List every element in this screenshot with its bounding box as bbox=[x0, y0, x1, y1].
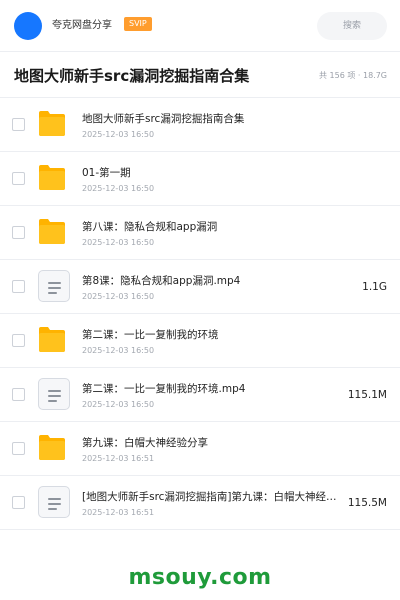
file-name: 地图大师新手src漏洞挖掘指南合集 bbox=[82, 113, 245, 125]
share-title-bar: 地图大师新手src漏洞挖掘指南合集 共 156 项 · 18.7G bbox=[0, 52, 400, 98]
username: 夸克网盘分享 bbox=[52, 20, 112, 31]
file-name: 第二课：一比一复制我的环境.mp4 bbox=[82, 383, 246, 395]
folder-icon bbox=[38, 162, 70, 194]
file-size: 1.1G bbox=[362, 281, 387, 293]
file-name: 第八课：隐私合规和app漏洞 bbox=[82, 221, 218, 233]
file-date: 2025-12-03 16:50 bbox=[82, 238, 155, 247]
file-list: 地图大师新手src漏洞挖掘指南合集 2025-12-03 16:50 01-第一期 2… bbox=[0, 98, 400, 530]
file-date: 2025-12-03 16:51 bbox=[82, 454, 155, 463]
folder-icon bbox=[38, 108, 70, 140]
file-name: 第九课：白帽大神经验分享 bbox=[82, 437, 208, 449]
file-date: 2025-12-03 16:50 bbox=[82, 292, 155, 301]
folder-icon bbox=[38, 324, 70, 356]
file-name: 第8课：隐私合规和app漏洞.mp4 bbox=[82, 275, 241, 287]
file-date: 2025-12-03 16:50 bbox=[82, 130, 155, 139]
file-name: 01-第一期 bbox=[82, 167, 131, 179]
file-date: 2025-12-03 16:50 bbox=[82, 346, 155, 355]
folder-row[interactable]: 第九课：白帽大神经验分享 2025-12-03 16:51 bbox=[0, 422, 400, 476]
row-checkbox[interactable] bbox=[12, 226, 25, 239]
video-file-icon bbox=[38, 486, 70, 518]
row-checkbox[interactable] bbox=[12, 388, 25, 401]
file-row[interactable]: 第8课：隐私合规和app漏洞.mp4 2025-12-03 16:50 1.1G bbox=[0, 260, 400, 314]
file-date: 2025-12-03 16:51 bbox=[82, 508, 155, 517]
video-file-icon bbox=[38, 270, 70, 302]
row-checkbox[interactable] bbox=[12, 118, 25, 131]
svip-badge: SVIP bbox=[124, 17, 152, 31]
row-checkbox[interactable] bbox=[12, 334, 25, 347]
file-name: [地图大师新手src漏洞挖掘指南]第九课：白帽大神经验分享.mp4 bbox=[82, 491, 344, 503]
file-date: 2025-12-03 16:50 bbox=[82, 184, 155, 193]
file-size: 115.1M bbox=[347, 389, 387, 401]
app-header: 夸克网盘分享 SVIP 搜索 bbox=[0, 0, 400, 52]
video-file-icon bbox=[38, 378, 70, 410]
folder-row[interactable]: 01-第一期 2025-12-03 16:50 bbox=[0, 152, 400, 206]
avatar[interactable] bbox=[14, 12, 42, 40]
folder-row[interactable]: 第八课：隐私合规和app漏洞 2025-12-03 16:50 bbox=[0, 206, 400, 260]
file-row[interactable]: 第二课：一比一复制我的环境.mp4 2025-12-03 16:50 115.1M bbox=[0, 368, 400, 422]
row-checkbox[interactable] bbox=[12, 172, 25, 185]
file-date: 2025-12-03 16:50 bbox=[82, 400, 155, 409]
file-name: 第二课：一比一复制我的环境 bbox=[82, 329, 219, 341]
row-checkbox[interactable] bbox=[12, 442, 25, 455]
search-button[interactable]: 搜索 bbox=[317, 12, 387, 40]
watermark: msouy.com bbox=[128, 565, 272, 590]
row-checkbox[interactable] bbox=[12, 496, 25, 509]
folder-icon bbox=[38, 432, 70, 464]
folder-row[interactable]: 第二课：一比一复制我的环境 2025-12-03 16:50 bbox=[0, 314, 400, 368]
share-meta: 共 156 项 · 18.7G bbox=[319, 71, 387, 80]
file-row[interactable]: [地图大师新手src漏洞挖掘指南]第九课：白帽大神经验分享.mp4 2025-12… bbox=[0, 476, 400, 530]
folder-icon bbox=[38, 216, 70, 248]
row-checkbox[interactable] bbox=[12, 280, 25, 293]
page-title: 地图大师新手src漏洞挖掘指南合集 bbox=[14, 67, 250, 85]
file-size: 115.5M bbox=[347, 497, 387, 509]
folder-row[interactable]: 地图大师新手src漏洞挖掘指南合集 2025-12-03 16:50 bbox=[0, 98, 400, 152]
